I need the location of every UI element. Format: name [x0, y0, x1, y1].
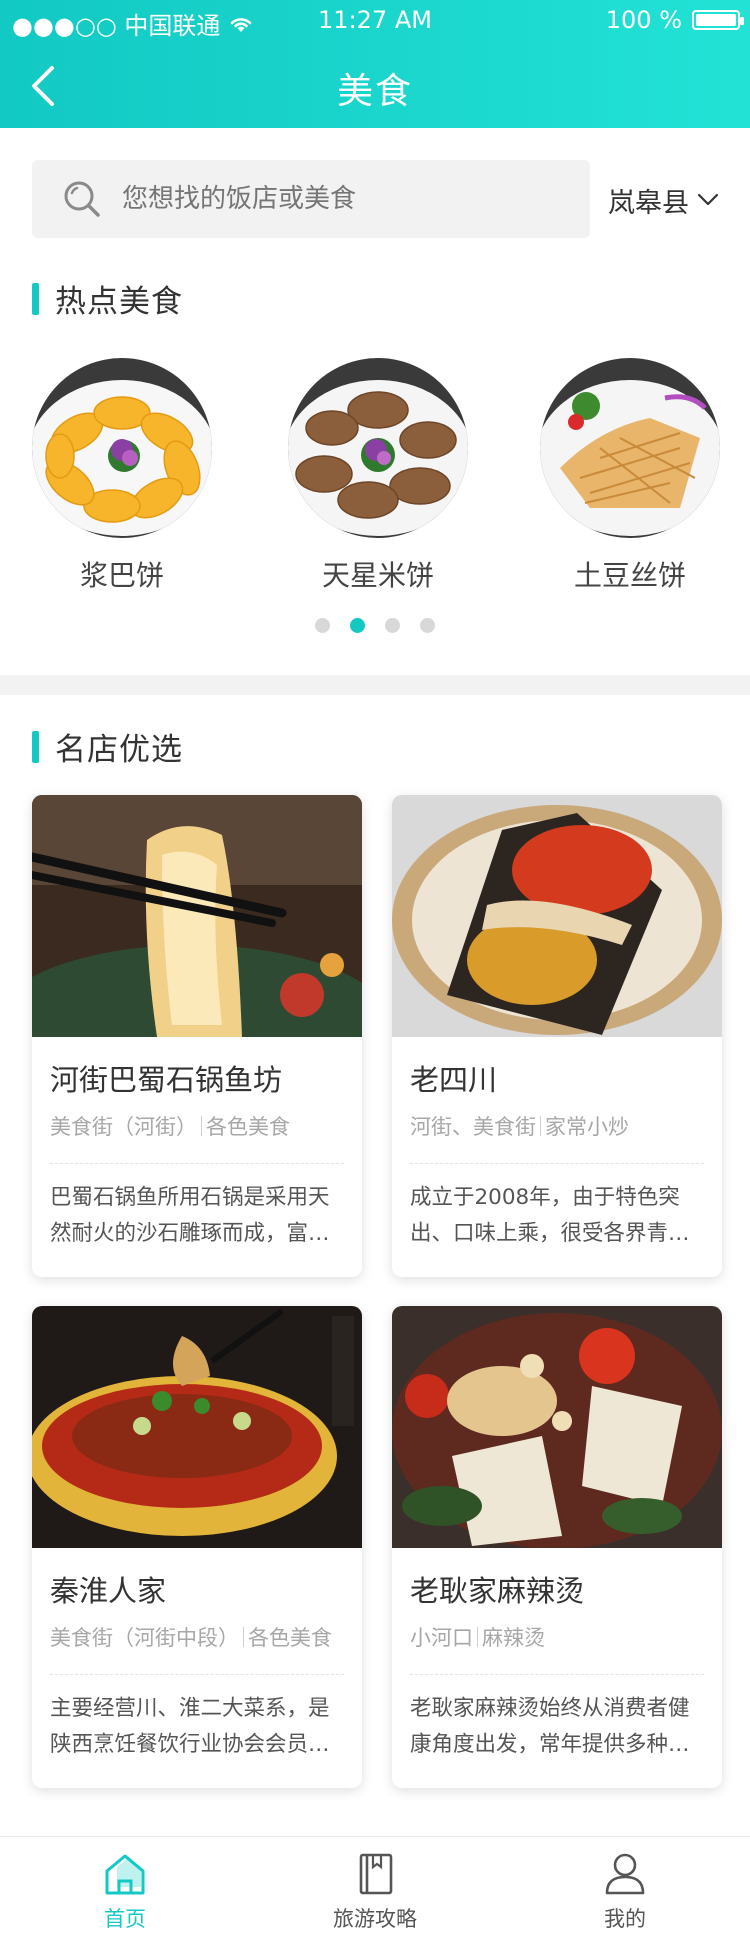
section-divider [0, 675, 750, 695]
tab-guide[interactable]: 旅游攻略 [250, 1837, 500, 1940]
shop-category: 各色美食 [248, 1626, 332, 1650]
shop-description: 老耿家麻辣烫始终从消费者健康角度出发，常年提供多种… [410, 1696, 690, 1757]
section-bar [32, 282, 39, 315]
shop-name: 老四川 [410, 1063, 498, 1097]
tab-home[interactable]: 首页 [0, 1837, 250, 1940]
shop-category: 麻辣烫 [482, 1626, 545, 1650]
card-divider [410, 1163, 704, 1164]
shop-image [32, 795, 362, 1037]
shop-name: 河街巴蜀石锅鱼坊 [50, 1063, 283, 1097]
shop-description: 巴蜀石锅鱼所用石锅是采用天然耐火的沙石雕琢而成，富… [50, 1185, 330, 1246]
shop-tags: 河街、美食街 家常小炒 [410, 1111, 704, 1141]
shop-location: 美食街（河街中段） [50, 1626, 239, 1650]
search-input[interactable] [122, 184, 562, 214]
tab-label: 旅游攻略 [333, 1907, 417, 1931]
card-divider [50, 1163, 344, 1164]
food-item[interactable]: 天星米饼 [288, 358, 468, 594]
food-item[interactable]: 浆巴饼 [32, 358, 212, 594]
shop-category: 各色美食 [206, 1115, 290, 1139]
food-image [540, 358, 720, 538]
shop-tags: 美食街（河街中段） 各色美食 [50, 1622, 344, 1652]
shop-card[interactable]: 河街巴蜀石锅鱼坊 美食街（河街） 各色美食 巴蜀石锅鱼所用石锅是采用天然耐火的沙… [32, 795, 362, 1277]
shop-image [392, 1306, 722, 1548]
shop-location: 河街、美食街 [410, 1115, 536, 1139]
tab-bar: 首页 旅游攻略 我的 [0, 1836, 750, 1940]
shop-image [32, 1306, 362, 1548]
food-image [288, 358, 468, 538]
book-icon [359, 1853, 393, 1895]
shop-card[interactable]: 秦淮人家 美食街（河街中段） 各色美食 主要经营川、淮二大菜系，是陕西烹饪餐饮行… [32, 1306, 362, 1788]
status-bar: ●●●○○ 中国联通 11:27 AM 100 % [0, 0, 750, 40]
hot-food-heading: 热点美食 [32, 276, 183, 321]
shop-card[interactable]: 老四川 河街、美食街 家常小炒 成立于2008年，由于特色突出、口味上乘，很受各… [392, 795, 722, 1277]
shop-location: 小河口 [410, 1626, 473, 1650]
shop-tags: 小河口 麻辣烫 [410, 1622, 704, 1652]
food-label: 土豆丝饼 [573, 559, 686, 592]
food-label: 天星米饼 [321, 559, 434, 592]
food-item[interactable]: 土豆丝饼 [540, 358, 720, 594]
shop-description: 主要经营川、淮二大菜系，是陕西烹饪餐饮行业协会会员… [50, 1696, 330, 1757]
location-label: 岚皋县 [608, 187, 689, 219]
tab-profile[interactable]: 我的 [500, 1837, 750, 1940]
search-box[interactable] [32, 160, 590, 238]
shop-name: 老耿家麻辣烫 [410, 1574, 585, 1608]
location-select[interactable]: 岚皋县 [608, 180, 719, 220]
chevron-down-icon [697, 193, 719, 206]
tag-separator [201, 1116, 202, 1136]
user-icon [605, 1853, 645, 1895]
tag-separator [243, 1627, 244, 1647]
status-right: 100 % [605, 6, 744, 34]
tag-separator [540, 1116, 541, 1136]
card-divider [50, 1674, 344, 1675]
shop-name: 秦淮人家 [50, 1574, 167, 1608]
nav-bar: 美食 [0, 50, 750, 120]
page-title: 美食 [336, 71, 413, 112]
pagination-dot[interactable] [315, 618, 330, 633]
tab-label: 我的 [604, 1907, 646, 1931]
shops-title: 名店优选 [55, 732, 183, 768]
pagination-dot[interactable] [420, 618, 435, 633]
pagination-dot[interactable] [385, 618, 400, 633]
food-image [32, 358, 212, 538]
home-icon [105, 1854, 145, 1895]
card-divider [410, 1674, 704, 1675]
search-icon [64, 181, 100, 217]
section-bar [32, 730, 39, 763]
carousel-pagination [0, 618, 750, 633]
tab-label: 首页 [104, 1907, 146, 1931]
shop-location: 美食街（河街） [50, 1115, 197, 1139]
header: ●●●○○ 中国联通 11:27 AM 100 % 美食 [0, 0, 750, 128]
pagination-dot-active[interactable] [350, 618, 365, 633]
shop-category: 家常小炒 [545, 1115, 629, 1139]
shop-tags: 美食街（河街） 各色美食 [50, 1111, 344, 1141]
hot-food-carousel[interactable]: 浆巴饼 天星米饼 土豆丝饼 [0, 358, 750, 598]
shop-description: 成立于2008年，由于特色突出、口味上乘，很受各界青… [410, 1185, 690, 1246]
shops-heading: 名店优选 [32, 724, 183, 769]
tag-separator [477, 1627, 478, 1647]
shop-image [392, 795, 722, 1037]
shop-card[interactable]: 老耿家麻辣烫 小河口 麻辣烫 老耿家麻辣烫始终从消费者健康角度出发，常年提供多种… [392, 1306, 722, 1788]
battery-percent: 100 % [605, 6, 682, 34]
food-label: 浆巴饼 [79, 559, 164, 592]
battery-icon [692, 10, 744, 30]
hot-food-title: 热点美食 [55, 284, 183, 320]
